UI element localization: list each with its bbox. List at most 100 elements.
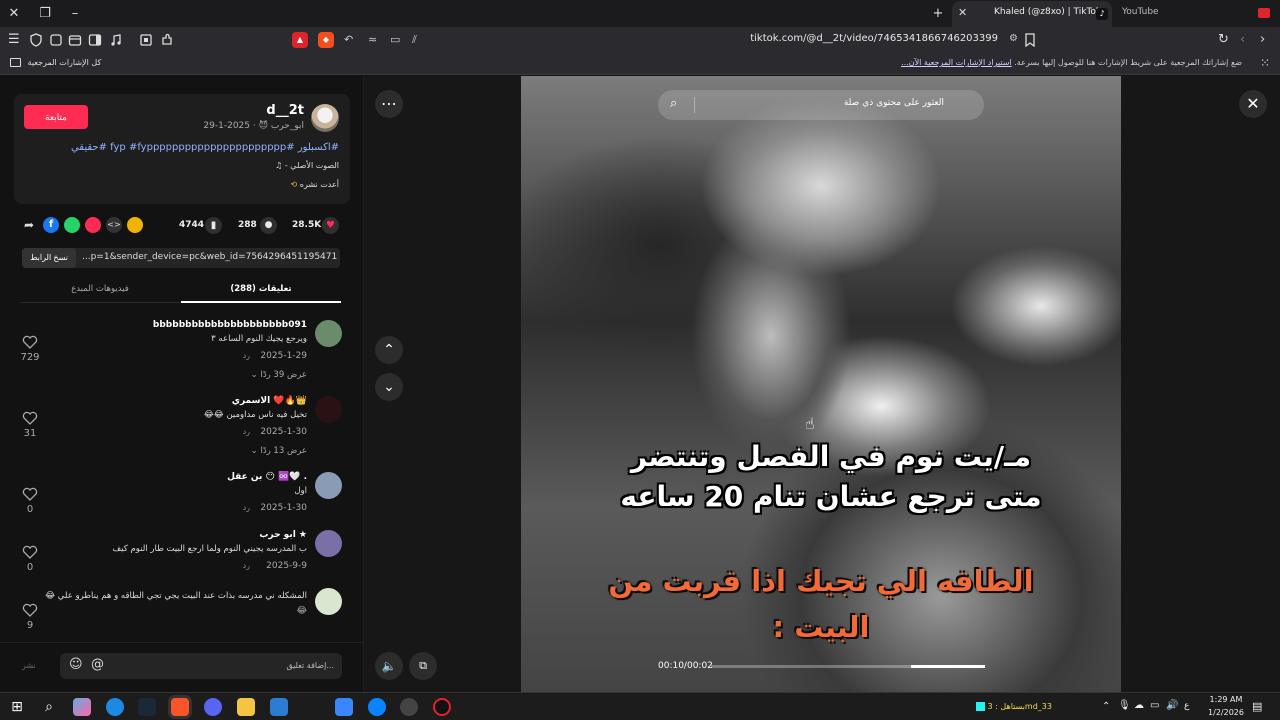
next-video-icon[interactable]: ⌄ [375, 373, 403, 401]
music-line[interactable]: الصوت الأصلي - ♫ [275, 161, 339, 170]
comment-like-icon[interactable] [22, 335, 38, 349]
comment-like-icon[interactable] [22, 545, 38, 559]
heart-icon[interactable]: ♥ [322, 217, 339, 234]
comment-like-icon[interactable] [22, 411, 38, 425]
bookmark-save-icon[interactable]: ▮ [205, 217, 222, 234]
comment-author[interactable]: ابو حرب ★ [259, 530, 307, 540]
network-icon[interactable]: ☁ [1134, 700, 1144, 711]
file-explorer-icon[interactable] [237, 698, 255, 716]
reader-icon[interactable]: ⫽ [412, 33, 417, 47]
screenshot-icon[interactable] [139, 33, 153, 47]
close-icon[interactable]: ✕ [1239, 90, 1267, 118]
tab-comments[interactable]: تعليقات (288) [181, 279, 341, 303]
reply-button[interactable]: رد [243, 561, 250, 570]
import-bookmarks-link[interactable]: استيراد الإشارات المرجعية الآن... [901, 58, 1012, 67]
avatar[interactable] [315, 320, 342, 347]
post-comment-button[interactable]: نشر [22, 661, 36, 670]
share-arrow-icon[interactable]: ➦ [24, 217, 40, 233]
avatar[interactable] [315, 472, 342, 499]
comment-like-icon[interactable] [22, 487, 38, 501]
avatar[interactable] [315, 530, 342, 557]
reply-button[interactable]: رد [243, 427, 250, 436]
cast-icon[interactable]: ▭ [390, 33, 400, 46]
video-player[interactable]: ⌕ العثور على محتوى ذي صلة مـ/يت نوم في ا… [521, 76, 1121, 692]
sidebar-icon[interactable] [88, 33, 102, 47]
menu-icon[interactable]: ☰ [8, 33, 22, 47]
minimize-window-icon[interactable]: – [67, 6, 83, 22]
edge-icon[interactable] [106, 698, 124, 716]
search-icon[interactable]: ⌕ [40, 698, 58, 716]
previous-video-icon[interactable]: ⌃ [375, 336, 403, 364]
avatar[interactable] [315, 588, 342, 615]
language-icon[interactable]: ع [1184, 701, 1189, 711]
comment-author[interactable]: الاسمري ❤️🔥👑 [232, 396, 307, 406]
comment-author[interactable]: bbbbbbbbbbbbbbbbbbbbb091 [153, 320, 307, 330]
tab-creator-videos[interactable]: فيديوهات المبدع [20, 279, 180, 303]
author-avatar[interactable] [311, 104, 339, 132]
clock-date[interactable]: 1/2/2026 [1206, 708, 1246, 717]
site-settings-icon[interactable]: ⚙ [1009, 33, 1018, 44]
brave-icon[interactable] [171, 698, 189, 716]
mail-icon[interactable] [335, 698, 353, 716]
undo-icon[interactable]: ↶ [344, 33, 353, 46]
author-name[interactable]: d__2t [266, 103, 304, 118]
reply-button[interactable]: رد [243, 351, 250, 360]
copy-link-button[interactable]: نسخ الرابط [22, 248, 76, 268]
view-replies-button[interactable]: عرض 39 ردًا ⌄ [251, 370, 307, 380]
microphone-icon[interactable]: 🎙 [1118, 700, 1131, 711]
music-icon[interactable] [109, 33, 123, 47]
history-icon[interactable] [49, 33, 63, 47]
copilot-icon[interactable] [73, 698, 91, 716]
follow-button[interactable]: متابعة [24, 105, 88, 129]
discord-icon[interactable] [204, 698, 222, 716]
reply-button[interactable]: رد [243, 503, 250, 512]
reload-icon[interactable]: ↻ [1218, 33, 1232, 47]
steam-icon[interactable] [138, 698, 156, 716]
mention-icon[interactable]: @ [91, 657, 104, 672]
display-icon[interactable]: ▭ [1150, 700, 1159, 711]
shield-icon[interactable] [29, 33, 43, 47]
obs-icon[interactable] [433, 698, 451, 716]
tray-chevron-icon[interactable]: ⌃ [1102, 701, 1110, 712]
facebook-icon[interactable]: f [43, 217, 59, 233]
comment-input[interactable]: ☺ @ إضافة تعليق... [60, 653, 342, 679]
new-tab-icon[interactable]: + [930, 6, 946, 22]
windows-start-icon[interactable]: ⊞ [8, 698, 26, 716]
volume-icon[interactable]: 🔈 [375, 652, 403, 680]
share-link-text[interactable]: ...p=1&sender_device=pc&web_id=756429645… [82, 252, 338, 262]
close-tab-icon[interactable]: ✕ [958, 6, 967, 19]
comment-like-icon[interactable] [22, 603, 38, 617]
restore-window-icon[interactable]: ❐ [37, 6, 53, 22]
related-search-input[interactable]: ⌕ العثور على محتوى ذي صلة [658, 90, 984, 120]
pip-icon[interactable]: ⧉ [409, 652, 437, 680]
clock-time[interactable]: 1:29 AM [1206, 695, 1246, 704]
extensions-icon[interactable] [160, 33, 174, 47]
grid-icon[interactable]: ⁙ [1260, 56, 1270, 70]
translate-icon[interactable]: ≈ [368, 33, 377, 46]
tab-tiktok[interactable]: ✕ Khaled (@z8xo) | TikTok ♪ [952, 1, 1112, 27]
epic-icon[interactable] [400, 698, 418, 716]
comment-icon[interactable]: ● [260, 217, 277, 234]
tabs-icon[interactable] [68, 33, 82, 47]
bookmark-icon[interactable] [1024, 33, 1036, 47]
brave-shield-icon[interactable]: ◆ [318, 32, 334, 48]
speaker-icon[interactable]: 🔊 [1166, 700, 1178, 711]
more-options-icon[interactable]: ⋯ [375, 90, 403, 118]
all-bookmarks-folder[interactable]: كل الإشارات المرجعية [10, 58, 101, 67]
user-status[interactable]: بستاهل : 3md_33 [976, 702, 1052, 711]
video-caption[interactable]: #اكسبلور #fyp #fypppppppppppppppppppppp … [71, 142, 339, 153]
coin-icon[interactable] [127, 217, 143, 233]
close-window-icon[interactable]: ✕ [6, 6, 22, 22]
notifications-icon[interactable]: ▤ [1252, 700, 1262, 713]
whatsapp-icon[interactable] [64, 217, 80, 233]
brave-rewards-icon[interactable]: ▲ [292, 32, 308, 48]
emoji-icon[interactable]: ☺ [69, 657, 83, 672]
avatar[interactable] [315, 396, 342, 423]
comment-author[interactable]: بن عقل 😶 ♾️🤍 . [227, 472, 307, 482]
send-icon[interactable] [85, 217, 101, 233]
tab-youtube[interactable]: YouTube [1122, 7, 1159, 17]
embed-icon[interactable]: <> [106, 217, 122, 233]
store-icon[interactable] [270, 698, 288, 716]
back-icon[interactable]: › [1260, 33, 1274, 47]
battlenet-icon[interactable] [368, 698, 386, 716]
